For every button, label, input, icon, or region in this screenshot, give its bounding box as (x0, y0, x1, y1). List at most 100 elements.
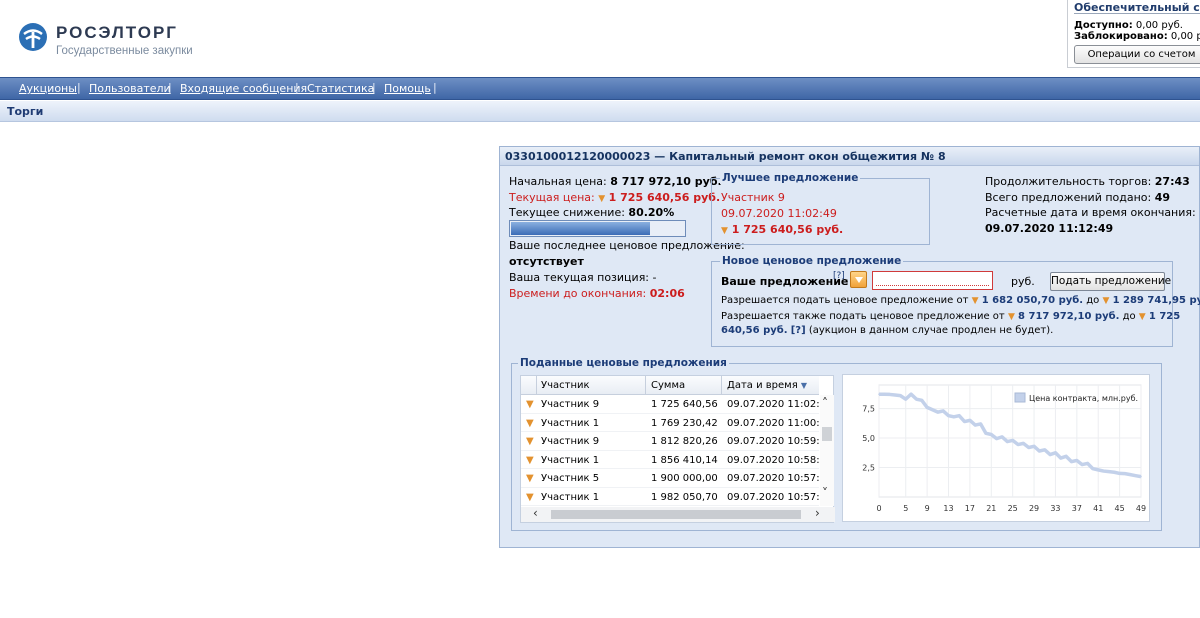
position-value: - (652, 271, 657, 284)
main-nav: Аукционы | Пользователи | Входящие сообщ… (0, 77, 1200, 100)
auction-title: 0330100012120000023 — Капитальный ремонт… (505, 150, 946, 163)
data-point (1076, 459, 1078, 462)
x-tick-label: 45 (1115, 504, 1125, 513)
x-tick-label: 17 (965, 504, 975, 513)
blocked-value: 0,00 руб. (1170, 31, 1200, 42)
also-to-link-end[interactable]: 640,56 руб. (721, 325, 788, 336)
help-hint-link[interactable]: [?] (833, 271, 845, 281)
table-row[interactable]: ▼ Участник 9 1 812 820,26 09.07.2020 10:… (521, 432, 832, 451)
nav-item-users[interactable]: Пользователи (89, 82, 171, 95)
total-offers-value: 49 (1154, 191, 1171, 204)
account-divider (1074, 13, 1200, 14)
data-point (985, 432, 987, 435)
bid-amount-input[interactable] (872, 271, 993, 290)
row-datetime: 09.07.2020 11:02:49 (727, 399, 833, 410)
scroll-thumb-horizontal[interactable] (551, 510, 801, 519)
scroll-down-icon[interactable]: ˅ (822, 487, 828, 499)
also-range-help-link[interactable]: [?] (791, 325, 806, 336)
down-arrow-icon: ▼ (526, 473, 534, 484)
horizontal-scrollbar[interactable]: ‹ › (521, 507, 835, 522)
data-point (920, 399, 923, 402)
total-offers-row: Всего предложений подано: 49 (985, 191, 1170, 204)
account-operations-button[interactable]: Операции со счетом (1074, 45, 1200, 64)
table-row[interactable]: ▼ Участник 1 1 856 410,14 09.07.2020 10:… (521, 451, 832, 469)
nav-separator: | (168, 81, 172, 94)
section-title[interactable]: Торги (7, 105, 43, 118)
data-point (1043, 449, 1046, 451)
allowed-from-link[interactable]: 1 682 050,70 руб. (982, 295, 1083, 306)
position-row: Ваша текущая позиция: - (509, 271, 657, 284)
row-participant: Участник 5 (541, 473, 600, 484)
time-left-value: 02:06 (649, 287, 685, 300)
column-datetime[interactable]: Дата и время ▼ (727, 380, 807, 391)
sub-nav: Торги (0, 101, 1200, 122)
row-datetime: 09.07.2020 10:57:47 (727, 473, 833, 484)
legend-label: Цена контракта, млн.руб. (1029, 394, 1138, 403)
price-chart: 0 5 9 13 17 21 25 29 33 37 41 45 49 2,5 5,0 7,5 Цена кон… (842, 374, 1150, 522)
data-point (1054, 451, 1057, 454)
data-point (947, 414, 950, 417)
column-datetime-label: Дата и время (727, 380, 798, 391)
account-available: Доступно: 0,00 руб. (1074, 20, 1183, 31)
data-point (1086, 462, 1089, 465)
data-point (1017, 443, 1019, 446)
submit-offer-button[interactable]: Подать предложение (1050, 272, 1171, 291)
data-point (1140, 475, 1142, 478)
table-row[interactable]: ▼ Участник 9 1 725 640,56 09.07.2020 11:… (521, 395, 832, 414)
data-point (926, 406, 928, 409)
row-amount: 1 982 050,70 (651, 491, 718, 503)
nav-item-help[interactable]: Помощь (384, 82, 431, 95)
data-point (1102, 470, 1105, 472)
nav-item-auctions[interactable]: Аукционы (19, 82, 77, 95)
currency-label: руб. (1011, 275, 1035, 288)
allowed-to-link[interactable]: 1 289 741,95 руб. (1113, 295, 1200, 306)
scroll-thumb[interactable] (822, 427, 832, 441)
data-point (1118, 472, 1121, 475)
reduction-label: Текущее снижение: (509, 206, 625, 219)
scroll-up-icon[interactable]: ˄ (822, 397, 828, 409)
total-offers-label: Всего предложений подано: (985, 191, 1152, 204)
data-point (931, 408, 934, 411)
current-price-row: Текущая цена: ▼ 1 725 640,56 руб. (509, 191, 720, 204)
y-tick-label: 5,0 (862, 434, 875, 443)
reduction-value: 80.20% (628, 206, 675, 219)
best-offer-legend: Лучшее предложение (720, 172, 861, 184)
data-point (1059, 457, 1062, 459)
column-amount[interactable]: Сумма (651, 380, 685, 391)
scroll-right-icon[interactable]: › (815, 507, 820, 519)
also-range-row-2: 640,56 руб. [?] (аукцион в данном случае… (721, 325, 1053, 336)
data-point (1011, 439, 1014, 442)
down-arrow-icon: ▼ (598, 194, 606, 204)
x-tick-label: 25 (1008, 504, 1018, 513)
table-row[interactable]: ▼ Участник 1 1 982 050,70 09.07.2020 10:… (521, 488, 832, 506)
nav-item-statistics[interactable]: Статистика (307, 82, 374, 95)
data-point (990, 433, 993, 436)
also-to-link-start[interactable]: 1 725 (1149, 311, 1180, 322)
also-from-link[interactable]: 8 717 972,10 руб. (1018, 311, 1119, 322)
row-amount: 1 769 230,42 (651, 417, 718, 429)
logo[interactable]: РОСЭЛТОРГ Государственные закупки (18, 22, 228, 62)
data-point (963, 420, 966, 423)
down-arrow-icon: ▼ (971, 296, 979, 306)
data-point (904, 398, 907, 400)
reduction-row: Текущее снижение: 80.20% (509, 206, 674, 219)
allowed-range-prefix: Разрешается подать ценовое предложение о… (721, 295, 969, 306)
data-point (1124, 472, 1126, 475)
row-participant: Участник 9 (541, 436, 600, 447)
down-arrow-icon: ▼ (721, 226, 728, 236)
data-point (937, 411, 939, 413)
nav-separator: | (433, 81, 437, 94)
account-box: Обеспечительный счет Доступно: 0,00 руб.… (1067, 0, 1200, 68)
table-row[interactable]: ▼ Участник 5 1 900 000,00 09.07.2020 10:… (521, 469, 832, 488)
nav-separator: | (295, 81, 299, 94)
nav-item-messages[interactable]: Входящие сообщения (180, 82, 307, 95)
scroll-left-icon[interactable]: ‹ (533, 507, 538, 519)
data-point (1027, 446, 1030, 449)
data-point (942, 410, 944, 412)
table-row[interactable]: ▼ Участник 1 1 769 230,42 09.07.2020 11:… (521, 414, 832, 432)
offers-legend: Поданные ценовые предложения (518, 357, 729, 369)
vertical-scrollbar[interactable]: ˄ ˅ (820, 395, 834, 506)
column-participant[interactable]: Участник (541, 380, 590, 391)
auction-panel: 0330100012120000023 — Капитальный ремонт… (499, 146, 1200, 548)
bid-options-dropdown[interactable] (850, 271, 867, 288)
